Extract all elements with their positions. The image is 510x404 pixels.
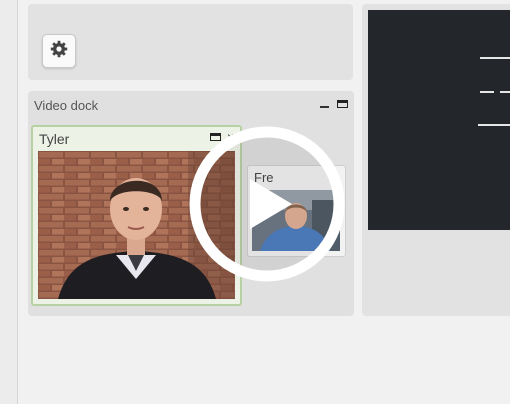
video-dock-title: Video dock <box>34 98 99 113</box>
play-button[interactable] <box>188 125 346 283</box>
minimize-dock-button[interactable] <box>320 99 329 108</box>
maximize-dock-button[interactable] <box>337 99 348 108</box>
play-icon <box>189 126 345 282</box>
whiteboard-canvas[interactable] <box>368 10 510 230</box>
participant-name: Tyler <box>39 131 70 147</box>
gear-icon <box>50 40 68 63</box>
toolbar-panel <box>28 4 353 80</box>
settings-button[interactable] <box>42 34 76 68</box>
